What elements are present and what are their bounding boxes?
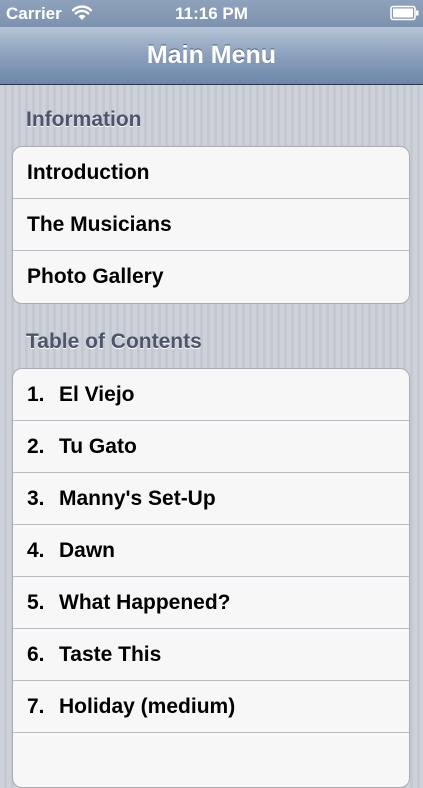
toc-item-5[interactable]: 5. What Happened? — [13, 577, 409, 629]
section-header-information: Information — [26, 108, 142, 131]
toc-item-3[interactable]: 3. Manny's Set-Up — [13, 473, 409, 525]
toc-item-number: 2. — [27, 434, 45, 458]
toc-item-label: What Happened? — [59, 590, 231, 614]
toc-item-number: 3. — [27, 486, 45, 510]
toc-item-label: Manny's Set-Up — [59, 486, 216, 510]
table-of-contents-group: 1. El Viejo 2. Tu Gato 3. Manny's Set-Up… — [12, 368, 410, 788]
navigation-bar: Main Menu — [0, 27, 423, 85]
battery-icon — [390, 5, 420, 26]
menu-item-label: Photo Gallery — [27, 265, 164, 288]
toc-item-number: 6. — [27, 642, 45, 666]
toc-item-number: 7. — [27, 694, 45, 718]
toc-item-label: Dawn — [59, 538, 116, 562]
menu-item-photo-gallery[interactable]: Photo Gallery — [13, 251, 409, 303]
menu-item-label: The Musicians — [27, 212, 172, 236]
menu-item-the-musicians[interactable]: The Musicians — [13, 199, 409, 251]
section-header-table-of-contents: Table of Contents — [26, 330, 202, 353]
status-bar: Carrier 11:16 PM — [0, 0, 423, 27]
toc-item-8[interactable] — [13, 733, 409, 785]
toc-item-1[interactable]: 1. El Viejo — [13, 369, 409, 421]
menu-item-introduction[interactable]: Introduction — [13, 147, 409, 199]
toc-item-2[interactable]: 2. Tu Gato — [13, 421, 409, 473]
toc-item-label: Holiday (medium) — [59, 694, 236, 718]
toc-item-7[interactable]: 7. Holiday (medium) — [13, 681, 409, 733]
menu-item-label: Introduction — [27, 160, 150, 184]
toc-item-number: 4. — [27, 538, 45, 562]
toc-item-number: 5. — [27, 590, 45, 614]
page-title: Main Menu — [146, 41, 277, 69]
toc-item-6[interactable]: 6. Taste This — [13, 629, 409, 681]
toc-item-number: 1. — [27, 382, 45, 406]
status-time: 11:16 PM — [175, 4, 248, 23]
information-group: Introduction The Musicians Photo Gallery — [12, 146, 410, 304]
toc-item-label: Taste This — [59, 642, 162, 666]
toc-item-label: El Viejo — [59, 382, 135, 406]
toc-item-4[interactable]: 4. Dawn — [13, 525, 409, 577]
toc-item-label: Tu Gato — [59, 434, 137, 458]
